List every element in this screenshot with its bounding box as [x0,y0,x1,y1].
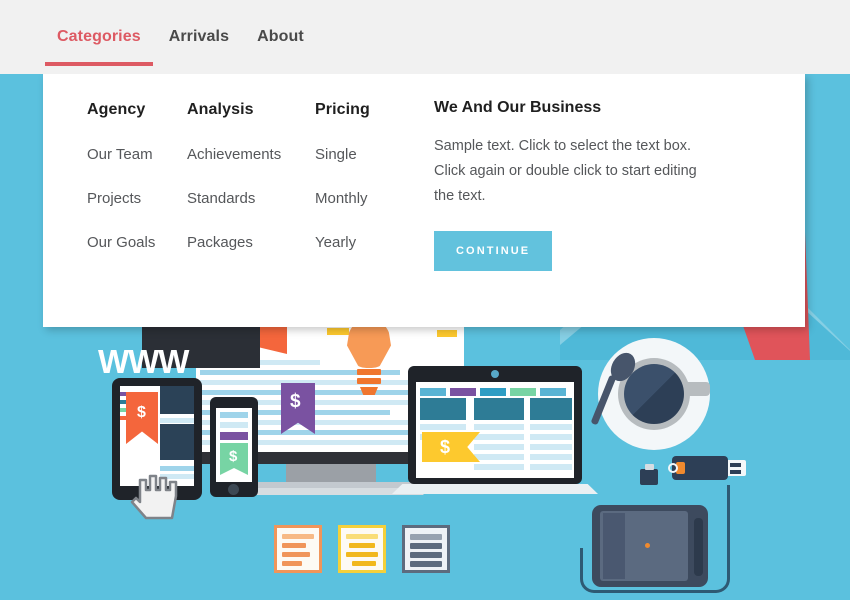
dropdown-columns: Agency Our Team Projects Our Goals Analy… [87,101,415,278]
graphics-tablet-controls [603,513,625,579]
laptop-line [530,444,572,450]
column-heading: Analysis [187,101,254,118]
laptop-header [530,398,572,420]
laptop-line [474,434,524,440]
stylus-pen [694,518,703,576]
document-icon-orange [274,525,322,573]
tablet-panel [160,386,194,414]
dollar-symbol: $ [229,448,238,465]
coffee-liquid [624,364,684,424]
continue-button[interactable]: CONTINUE [434,231,553,271]
laptop-line [474,444,524,450]
hand-cursor-icon [130,474,178,520]
monitor-row [200,390,430,395]
laptop-tab [540,388,566,396]
laptop-camera [491,370,499,378]
tablet-side-chip [120,408,126,412]
document-icon-yellow [338,525,386,573]
usb-plug [640,469,658,485]
menu-link-standards[interactable]: Standards [187,190,315,207]
laptop-header [420,398,466,420]
tablet-side-chip [120,416,126,420]
tablet-side-chip [120,400,126,404]
promo-title: We And Our Business [434,99,602,116]
menu-link-projects[interactable]: Projects [87,190,187,207]
top-navigation-bar: Categories Arrivals About [0,0,850,74]
nav-item-arrivals[interactable]: Arrivals [155,0,243,74]
menu-link-our-team[interactable]: Our Team [87,146,187,163]
tablet-side-chip [120,392,126,396]
menu-link-yearly[interactable]: Yearly [315,234,415,251]
laptop-tab [450,388,476,396]
page-root: $ $ WWW $ [0,0,850,600]
lightbulb-thread [357,369,381,375]
menu-link-monthly[interactable]: Monthly [315,190,415,207]
monitor-chip [437,330,457,337]
phone-row [220,432,248,440]
mega-dropdown-panel: Agency Our Team Projects Our Goals Analy… [43,74,805,327]
monitor-chip [327,328,349,335]
phone-row [220,412,248,418]
usb-contact [730,463,741,467]
nav-item-label: About [257,28,304,45]
column-heading: Pricing [315,101,370,118]
column-heading: Agency [87,101,146,118]
laptop-line [530,434,572,440]
nav-item-about[interactable]: About [243,0,318,74]
monitor-stand-neck [286,464,376,484]
laptop-tab [510,388,536,396]
document-icon-gray [402,525,450,573]
promo-body-text: Sample text. Click to select the text bo… [434,138,697,204]
dropdown-column-analysis: Analysis Achievements Standards Packages [187,101,315,278]
dollar-symbol: $ [290,391,301,412]
graphics-tablet-led [645,543,650,548]
phone-row [220,422,248,428]
usb-contact [730,470,741,474]
dropdown-promo-block: We And Our Business Sample text. Click t… [434,99,734,271]
laptop-header [474,398,524,420]
laptop-base [392,484,598,494]
laptop-line [530,424,572,430]
laptop-line [474,424,524,430]
laptop-line [420,424,466,430]
lightbulb-thread [357,378,381,384]
dollar-symbol: $ [440,437,451,457]
dropdown-column-agency: Agency Our Team Projects Our Goals [87,101,187,278]
nav-item-label: Arrivals [168,28,230,45]
laptop-tab [480,388,506,396]
tablet-row [160,418,194,423]
laptop-line [474,454,524,460]
laptop-line [474,464,524,470]
nav-item-label: Categories [57,28,141,45]
laptop-tab [420,388,446,396]
dollar-symbol: $ [137,404,146,421]
usb-keyring [668,463,678,473]
dropdown-column-pricing: Pricing Single Monthly Yearly [315,101,415,278]
www-label: WWW [98,343,189,380]
menu-link-our-goals[interactable]: Our Goals [87,234,187,251]
usb-plug-tip [645,464,654,470]
laptop-line [530,454,572,460]
nav-item-categories[interactable]: Categories [43,0,155,74]
phone-home-button [228,484,239,495]
nav-menu: Categories Arrivals About [43,0,318,74]
laptop-line [530,464,572,470]
menu-link-achievements[interactable]: Achievements [187,146,315,163]
menu-link-single[interactable]: Single [315,146,415,163]
menu-link-packages[interactable]: Packages [187,234,315,251]
